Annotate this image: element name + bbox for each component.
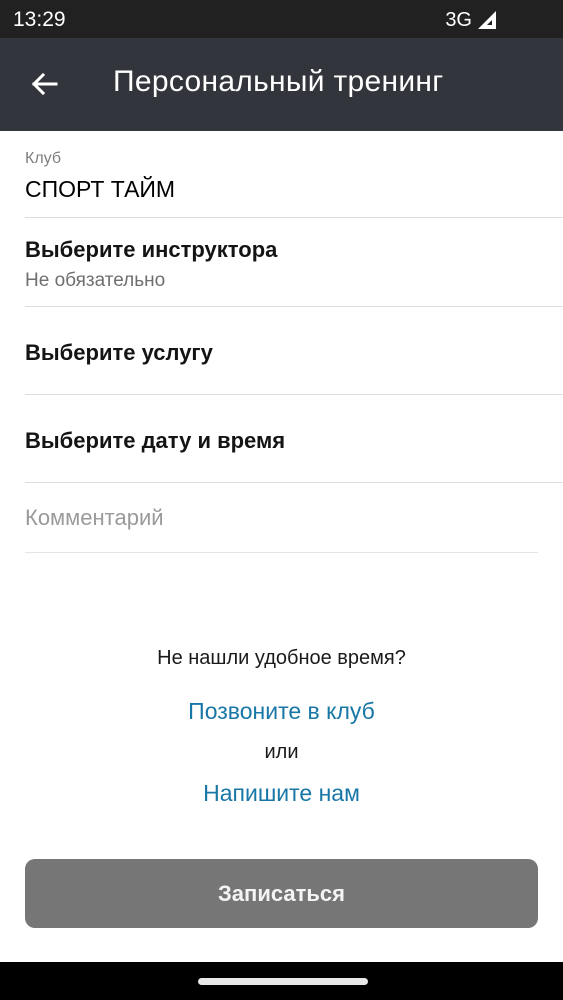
status-time: 13:29: [13, 8, 66, 31]
select-service-label: Выберите услугу: [25, 340, 213, 365]
call-club-link[interactable]: Позвоните в клуб: [0, 697, 563, 725]
app-bar: Персональный тренинг: [0, 38, 563, 131]
or-text: или: [264, 741, 299, 763]
write-us-link[interactable]: Напишите нам: [0, 779, 563, 807]
status-indicators: 3G: [445, 8, 497, 32]
submit-button[interactable]: Записаться: [25, 859, 538, 928]
club-value: СПОРТ ТАЙМ: [25, 176, 176, 202]
help-question-text: Не нашли удобное время?: [157, 647, 406, 669]
club-label: Клуб: [25, 150, 61, 167]
select-instructor-row[interactable]: Выберите инструктора Не обязательно: [25, 218, 563, 307]
select-datetime-label: Выберите дату и время: [25, 428, 286, 453]
status-bar: 13:29 3G: [0, 0, 563, 38]
signal-icon: [477, 10, 497, 30]
club-field: Клуб СПОРТ ТАЙМ: [25, 131, 563, 218]
network-type: 3G: [445, 9, 472, 31]
select-instructor-label: Выберите инструктора: [25, 237, 278, 262]
select-service-row[interactable]: Выберите услугу: [25, 307, 563, 395]
back-arrow-icon[interactable]: [22, 62, 66, 106]
home-gesture-handle[interactable]: [198, 978, 368, 985]
system-nav-bar: [0, 962, 563, 1000]
page-title: Персональный тренинг: [113, 65, 444, 98]
comment-input[interactable]: [25, 483, 538, 553]
instructor-optional-hint: Не обязательно: [25, 270, 166, 291]
select-datetime-row[interactable]: Выберите дату и время: [25, 395, 563, 483]
